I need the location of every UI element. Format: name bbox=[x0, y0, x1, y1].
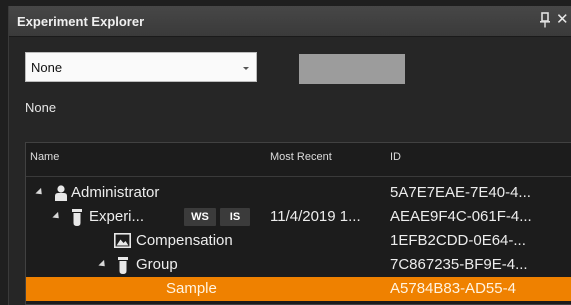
dropdown-value: None bbox=[31, 60, 63, 75]
row-id: A5784B83-AD55-4 bbox=[390, 280, 516, 297]
image-icon bbox=[114, 233, 131, 248]
experiment-dropdown[interactable]: None bbox=[25, 52, 257, 82]
row-name: Compensation bbox=[136, 232, 233, 249]
row-name: Experi... bbox=[89, 208, 145, 225]
experiment-explorer-panel: Experiment Explorer ✕ None None Name Mos… bbox=[8, 6, 571, 305]
is-badge[interactable]: IS bbox=[220, 208, 250, 226]
row-id: 7C867235-BF9E-4... bbox=[390, 256, 528, 273]
chevron-down-icon bbox=[243, 67, 249, 70]
expand-toggle-icon[interactable] bbox=[52, 211, 62, 222]
table-row[interactable]: Administrator 5A7E7EAE-7E40-4... bbox=[26, 181, 571, 205]
row-name: Sample bbox=[166, 280, 217, 297]
table-row[interactable]: Group 7C867235-BF9E-4... bbox=[26, 253, 571, 277]
expand-toggle-icon[interactable] bbox=[98, 259, 108, 270]
table-row-selected[interactable]: Sample A5784B83-AD55-4 bbox=[26, 277, 571, 301]
expand-toggle-icon[interactable] bbox=[35, 187, 45, 198]
column-header-most-recent[interactable]: Most Recent bbox=[270, 151, 332, 163]
row-name: Administrator bbox=[71, 184, 160, 201]
status-text: None bbox=[25, 100, 57, 115]
action-button[interactable] bbox=[299, 54, 405, 84]
column-header-name[interactable]: Name bbox=[30, 151, 59, 163]
table-row[interactable]: Experi... WS IS 11/4/2019 1... AEAE9F4C-… bbox=[26, 205, 571, 229]
row-id: 1EFB2CDD-0E64-... bbox=[390, 232, 526, 249]
panel-titlebar: Experiment Explorer ✕ bbox=[9, 6, 571, 37]
user-icon bbox=[55, 185, 67, 201]
row-id: AEAE9F4C-061F-4... bbox=[390, 208, 532, 225]
tube-icon bbox=[118, 257, 128, 274]
row-most-recent: 11/4/2019 1... bbox=[270, 208, 361, 225]
experiment-tree-grid[interactable]: Name Most Recent ID Administrator 5A7E7E… bbox=[25, 142, 571, 305]
close-icon[interactable]: ✕ bbox=[556, 12, 569, 28]
row-id: 5A7E7EAE-7E40-4... bbox=[390, 184, 531, 201]
row-name: Group bbox=[136, 256, 178, 273]
pin-icon[interactable] bbox=[538, 12, 552, 28]
tube-icon bbox=[72, 209, 82, 226]
column-header-id[interactable]: ID bbox=[390, 151, 401, 163]
table-row[interactable]: Compensation 1EFB2CDD-0E64-... bbox=[26, 229, 571, 253]
panel-title: Experiment Explorer bbox=[17, 14, 145, 29]
ws-badge[interactable]: WS bbox=[184, 208, 216, 226]
header-divider bbox=[26, 176, 571, 177]
